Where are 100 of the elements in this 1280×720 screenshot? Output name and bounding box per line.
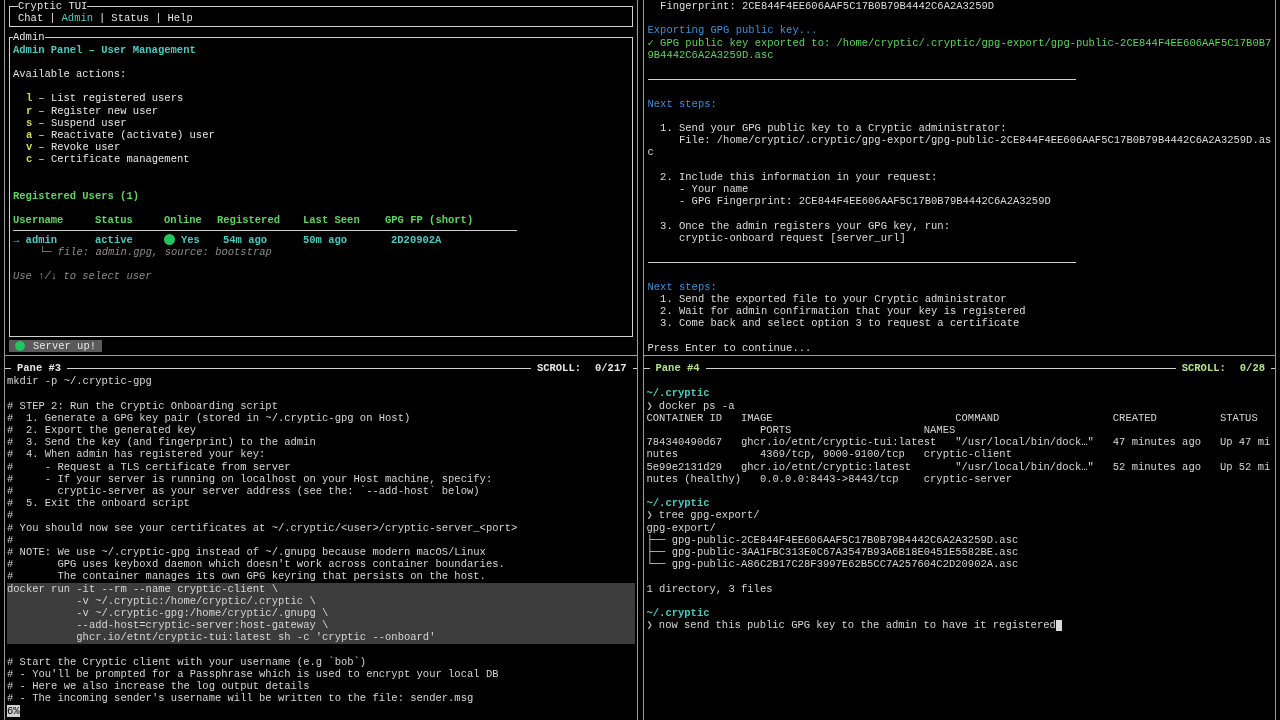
tab[interactable]: Chat xyxy=(18,12,44,25)
output-line: 3. Once the admin registers your GPG key, run: xyxy=(659,219,951,232)
terminal-line: # You should now see your certificates at ~/.cryptic/<user>/cryptic-server_<port> xyxy=(7,521,519,534)
terminal-line: 5e99e2131d29 ghcr.io/etnt/cryptic:latest "/usr/local/bin/dock…" 52 minutes ago Up 52 mi xyxy=(646,460,1272,473)
terminal-line: # cryptic-server as your server address (see the: `--add-host` below) xyxy=(7,485,481,498)
prompt-symbol: ❯ xyxy=(646,619,653,632)
command-text: now send this public GPG key to the admin to have it registered xyxy=(658,619,1056,632)
terminal-line: mkdir -p ~/.cryptic-gpg xyxy=(7,375,153,388)
tab-separator: | xyxy=(49,12,56,25)
output-line: Exporting GPG public key... xyxy=(647,24,819,37)
output-line: c xyxy=(647,146,655,159)
table-cell-text: 2D20902A xyxy=(390,233,443,246)
output-line: Press Enter to continue... xyxy=(647,341,813,354)
scroll-label: SCROLL: xyxy=(1180,362,1226,375)
command-text: tree gpg-export/ xyxy=(658,509,760,522)
column-header: GPG FP (short) xyxy=(385,214,475,227)
terminal-line: └── gpg-public-A86C2B17C28F3997E62B5CC7A257604C2D20902A.asc xyxy=(646,558,1020,571)
hint-text: Use ↑/↓ to select user xyxy=(13,270,153,283)
action-label: – Revoke user xyxy=(38,141,121,154)
action-label: – Certificate management xyxy=(38,153,190,166)
table-cell[interactable]: → admin xyxy=(13,233,95,246)
terminal-line: gpg-export/ xyxy=(646,521,717,534)
terminal-line: ├── gpg-public-3AA1FBC313E0C67A3547B93A6B18E0451E5582BE.asc xyxy=(646,546,1020,558)
status-text: Server up! xyxy=(33,339,96,352)
scroll-position: 0/217 xyxy=(594,362,628,375)
table-cell: Yes xyxy=(181,233,200,246)
tab[interactable]: Admin xyxy=(61,12,94,25)
tab[interactable]: Status xyxy=(111,12,150,25)
terminal-line: nutes 4369/tcp, 9000-9100/tcp cryptic-client xyxy=(646,448,1013,461)
action-key: v xyxy=(26,141,33,154)
terminal-line: # - Here we also increase the log output details xyxy=(7,680,311,693)
action-key: l xyxy=(26,92,33,105)
terminal-line: # xyxy=(7,509,15,522)
output-line: - Your name xyxy=(678,182,750,196)
actions-label: Available actions: xyxy=(13,68,128,81)
output-line: cryptic-onboard request [server_url] xyxy=(678,231,907,244)
terminal-line: # 5. Exit the onboard script xyxy=(7,497,191,510)
scroll-label: SCROLL: xyxy=(535,362,581,375)
action-key: a xyxy=(26,129,33,142)
output-line: 1. Send the exported file to your Cryptic administrator xyxy=(659,292,1008,305)
terminal-line: ├── gpg-public-2CE844F4EE606AAF5C17B0B79B4442C6A2A3259D.asc xyxy=(646,533,1020,546)
terminal-line: # - Request a TLS certificate from server xyxy=(7,460,292,473)
table-cell-text: 54m ago xyxy=(222,233,269,246)
terminal-line: # Start the Cryptic client with your username (e.g `bob`) xyxy=(7,655,368,669)
prompt-symbol: ❯ xyxy=(646,399,653,412)
column-header: Username xyxy=(13,214,65,227)
column-header: Registered xyxy=(217,214,281,227)
pager-position: 6% xyxy=(7,704,20,717)
terminal-line: # 2. Export the generated key xyxy=(7,424,198,437)
app-title: Cryptic TUI xyxy=(18,0,88,13)
terminal-line: # - The incoming sender's username will be written to the file: sender.msg xyxy=(7,692,475,705)
panel-heading: Admin Panel – User Management xyxy=(13,43,197,56)
output-line: Next steps: xyxy=(647,280,718,293)
table-cell-text: active xyxy=(95,233,134,246)
column-header: Last Seen xyxy=(303,214,361,227)
action-key: c xyxy=(26,153,33,166)
command-text: docker ps -a xyxy=(658,399,735,412)
action-key: r xyxy=(26,104,33,117)
directory-label: ~/.cryptic xyxy=(646,387,711,400)
terminal-line: 1 directory, 3 files xyxy=(646,582,774,595)
output-line: 2. Wait for admin confirmation that your key is registered xyxy=(659,304,1027,318)
column-header: Online xyxy=(164,214,203,227)
scroll-position: 0/28 xyxy=(1238,362,1266,375)
output-line: ✓ GPG public key exported to: /home/cryptic/.cryptic/gpg-export/gpg-public-2CE844F4EE606AAF5C17B0B7 xyxy=(647,36,1271,49)
pane-title: Pane #4 xyxy=(654,362,701,375)
terminal-line: # STEP 2: Run the Cryptic Onboarding script xyxy=(7,399,279,412)
tree-connector: └─ xyxy=(39,245,52,258)
action-label: – List registered users xyxy=(38,92,184,105)
tab-separator: | xyxy=(99,12,106,25)
output-line: 9B4442C6A2A3259D.asc xyxy=(647,48,775,61)
output-line: Fingerprint: 2CE844F4EE606AAF5C17B0B79B4442C6A2A3259D xyxy=(659,0,996,13)
action-label: – Register new user xyxy=(38,104,159,117)
tab-separator: | xyxy=(155,12,162,25)
terminal-line: 784340490d67 ghcr.io/etnt/cryptic-tui:latest "/usr/local/bin/dock…" 47 minutes ago Up 47 mi xyxy=(646,436,1272,449)
table-cell-text: 50m ago xyxy=(303,233,349,246)
directory-label: ~/.cryptic xyxy=(646,607,711,620)
action-key: s xyxy=(26,116,33,129)
terminal-line: # - You'll be prompted for a Passphrase which is used to encrypt your local DB xyxy=(7,668,500,681)
users-heading: Registered Users (1) xyxy=(13,190,141,203)
pane-title: Pane #3 xyxy=(16,362,63,375)
terminal-line: # - If your server is running on localhost on your Host machine, specify: xyxy=(7,472,494,485)
terminal-line: # 4. When admin has registered your key: xyxy=(7,448,267,461)
directory-label: ~/.cryptic xyxy=(646,497,711,510)
terminal-line: CONTAINER ID IMAGE COMMAND CREATED STATUS xyxy=(646,411,1259,424)
tab[interactable]: Help xyxy=(167,12,193,25)
output-line: 2. Include this information in your request: xyxy=(659,170,939,183)
output-line: Next steps: xyxy=(647,97,718,110)
terminal-line: # 1. Generate a GPG key pair (stored in ~/.cryptic-gpg on Host) xyxy=(7,411,412,424)
output-line: - GPG Fingerprint: 2CE844F4EE606AAF5C17B0B79B4442C6A2A3259D xyxy=(678,195,1052,208)
terminal-line: nutes (healthy) 0.0.0.0:8443->8443/tcp cryptic-server xyxy=(646,472,1013,485)
action-label: – Reactivate (activate) user xyxy=(38,129,215,142)
action-label: – Suspend user xyxy=(38,116,127,129)
terminal-line: # 3. Send the key (and fingerprint) to the admin xyxy=(7,436,317,449)
terminal-line: PORTS NAMES xyxy=(758,424,957,437)
terminal-line: # xyxy=(7,533,15,546)
terminal-line: # NOTE: We use ~/.cryptic-gpg instead of ~/.gnupg because modern macOS/Linux xyxy=(7,546,487,559)
terminal-line: # The container manages its own GPG keyring that persists on the host. xyxy=(7,570,487,583)
panel-title: Admin xyxy=(13,31,45,44)
column-header: Status xyxy=(95,214,134,227)
output-line: 1. Send your GPG public key to a Cryptic administrator: xyxy=(659,121,1008,135)
